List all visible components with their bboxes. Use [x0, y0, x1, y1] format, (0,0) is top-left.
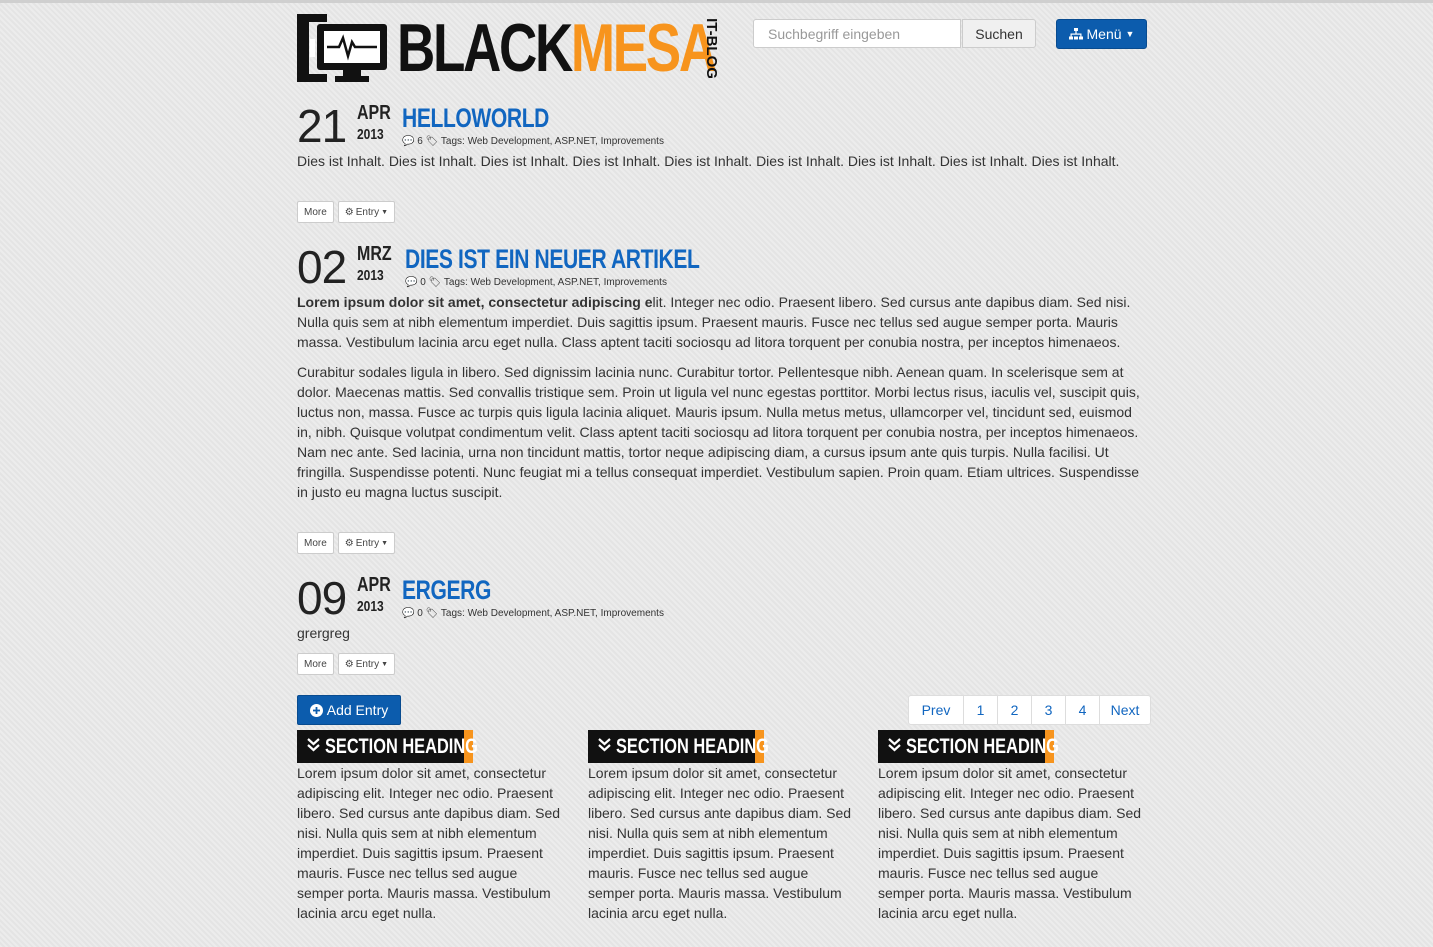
- plus-circle-icon: [309, 703, 323, 717]
- caret-down-icon: ▼: [381, 208, 389, 216]
- entry-label: Entry: [355, 206, 380, 218]
- feature-section: SECTION HEADING Lorem ipsum dolor sit am…: [297, 730, 567, 921]
- post-date-year: 2013: [357, 598, 384, 615]
- logo-tagline: IT-BLOG: [701, 18, 723, 80]
- post-date-month: APR: [357, 574, 391, 596]
- more-button[interactable]: More: [297, 653, 334, 675]
- add-entry-label: Add Entry: [326, 702, 389, 718]
- section-heading-bar: SECTION HEADING: [878, 730, 1148, 763]
- post-body: Dies ist Inhalt. Dies ist Inhalt. Dies i…: [297, 153, 1120, 169]
- top-border: [0, 0, 1433, 3]
- tags-label: Tags:: [443, 277, 468, 288]
- feature-section: SECTION HEADING Lorem ipsum dolor sit am…: [588, 730, 858, 921]
- entry-dropdown-button[interactable]: ⚙ Entry ▼: [337, 653, 396, 675]
- section-heading: SECTION HEADING: [906, 735, 1059, 758]
- post-date-year: 2013: [357, 126, 384, 143]
- post-date-day: 02: [297, 241, 347, 293]
- comment-icon: 💬: [402, 136, 415, 147]
- entry-dropdown-button[interactable]: ⚙ Entry ▼: [337, 532, 396, 554]
- post-body: Lorem ipsum dolor sit amet, consectetur …: [297, 292, 1147, 512]
- section-heading-bar: SECTION HEADING: [588, 730, 858, 763]
- double-chevron-down-icon: [598, 738, 611, 752]
- post-meta: 💬 0 🏷 Tags: Web Development, ASP.NET, Im…: [405, 277, 667, 288]
- comment-icon: 💬: [402, 608, 415, 619]
- tags-icon: 🏷: [428, 277, 442, 288]
- tags-list[interactable]: Web Development, ASP.NET, Improvements: [468, 136, 664, 147]
- pagination-page[interactable]: 2: [997, 696, 1031, 724]
- caret-down-icon: ▼: [381, 660, 389, 668]
- menu-button[interactable]: Menü ▼: [1056, 19, 1147, 49]
- section-heading-bar: SECTION HEADING: [297, 730, 567, 763]
- sitemap-icon: [1068, 28, 1083, 40]
- cog-icon: ⚙: [344, 206, 354, 218]
- add-entry-button[interactable]: Add Entry: [297, 695, 401, 725]
- caret-down-icon: ▼: [381, 539, 389, 547]
- tags-label: Tags:: [440, 136, 465, 147]
- section-heading: SECTION HEADING: [616, 735, 769, 758]
- post-date-day: 21: [297, 100, 347, 152]
- post-actions: More ⚙ Entry ▼: [297, 653, 396, 675]
- more-button[interactable]: More: [297, 201, 334, 223]
- caret-down-icon: ▼: [1125, 29, 1135, 39]
- post-body: grergreg: [297, 625, 350, 641]
- logo-tagline-text: IT-BLOG: [702, 18, 720, 79]
- more-button[interactable]: More: [297, 532, 334, 554]
- tags-list[interactable]: Web Development, ASP.NET, Improvements: [471, 277, 667, 288]
- entry-label: Entry: [355, 658, 380, 670]
- entry-label: Entry: [355, 537, 380, 549]
- search-button[interactable]: Suchen: [962, 19, 1036, 48]
- section-text: Lorem ipsum dolor sit amet, consectetur …: [297, 765, 561, 921]
- logo-black-text: BLACK: [397, 10, 573, 86]
- entry-dropdown-button[interactable]: ⚙ Entry ▼: [337, 201, 396, 223]
- monitor-logo-icon: [297, 14, 387, 82]
- post-date-month: APR: [357, 102, 391, 124]
- pagination-page[interactable]: 1: [963, 696, 997, 724]
- logo-mesa-text: MESA: [570, 10, 717, 86]
- post-meta: 💬 6 🏷 Tags: Web Development, ASP.NET, Im…: [402, 136, 664, 147]
- comment-count[interactable]: 6: [417, 136, 423, 147]
- pagination-page[interactable]: 4: [1065, 696, 1099, 724]
- pagination: Prev 1 2 3 4 Next: [908, 695, 1151, 725]
- section-text: Lorem ipsum dolor sit amet, consectetur …: [878, 765, 1142, 921]
- double-chevron-down-icon: [307, 738, 320, 752]
- post-date-month: MRZ: [357, 243, 392, 265]
- site-logo[interactable]: BLACKMESA IT-BLOG: [297, 10, 727, 86]
- cog-icon: ⚙: [344, 537, 354, 549]
- double-chevron-down-icon: [888, 738, 901, 752]
- search-input[interactable]: [753, 19, 961, 48]
- cog-icon: ⚙: [344, 658, 354, 670]
- menu-label: Menü: [1086, 26, 1122, 42]
- post-paragraph: Lorem ipsum dolor sit amet, consectetur …: [297, 292, 1147, 352]
- tags-icon: 🏷: [425, 608, 439, 619]
- section-text: Lorem ipsum dolor sit amet, consectetur …: [588, 765, 852, 921]
- comment-count[interactable]: 0: [420, 277, 426, 288]
- post-actions: More ⚙ Entry ▼: [297, 201, 396, 223]
- comment-icon: 💬: [405, 277, 418, 288]
- post-title[interactable]: HELLOWORLD: [402, 103, 549, 133]
- tags-list[interactable]: Web Development, ASP.NET, Improvements: [468, 608, 664, 619]
- tags-icon: 🏷: [425, 136, 439, 147]
- post-meta: 💬 0 🏷 Tags: Web Development, ASP.NET, Im…: [402, 608, 664, 619]
- post-date-day: 09: [297, 572, 347, 624]
- post-date-year: 2013: [357, 267, 384, 284]
- pagination-next[interactable]: Next: [1099, 696, 1150, 724]
- pagination-page[interactable]: 3: [1031, 696, 1065, 724]
- feature-section: SECTION HEADING Lorem ipsum dolor sit am…: [878, 730, 1148, 921]
- comment-count[interactable]: 0: [417, 608, 423, 619]
- post-title[interactable]: ERGERG: [402, 575, 491, 605]
- tags-label: Tags:: [440, 608, 465, 619]
- post-title[interactable]: DIES IST EIN NEUER ARTIKEL: [405, 244, 700, 274]
- post-bold-lead: Lorem ipsum dolor sit amet, consectetur …: [297, 294, 653, 310]
- pagination-prev[interactable]: Prev: [909, 696, 963, 724]
- logo-wordmark: BLACKMESA: [397, 8, 717, 88]
- post-paragraph: Curabitur sodales ligula in libero. Sed …: [297, 364, 1140, 500]
- post-actions: More ⚙ Entry ▼: [297, 532, 396, 554]
- section-heading: SECTION HEADING: [325, 735, 478, 758]
